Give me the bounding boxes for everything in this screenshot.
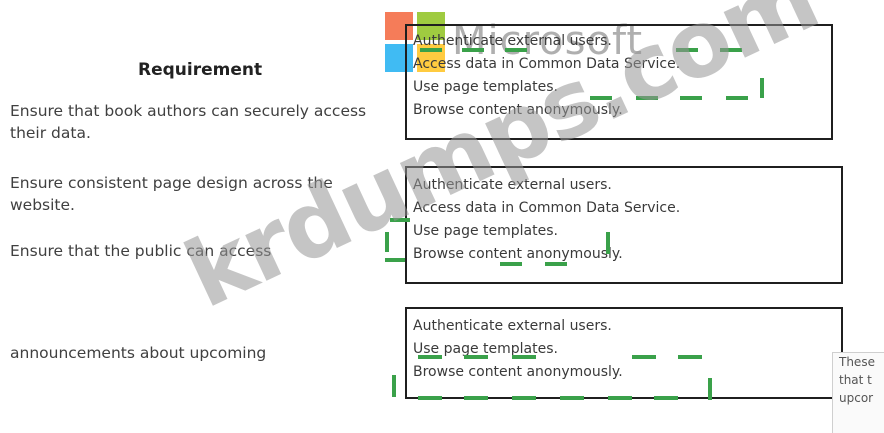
side-panel-line: upcor (839, 391, 874, 405)
requirement-text: Ensure that book authors can securely ac… (10, 102, 367, 142)
dropdown-option[interactable]: Authenticate external users. (413, 315, 835, 338)
requirement-text: announcements about upcoming (10, 344, 267, 362)
side-panel: These that t upcor (832, 352, 884, 433)
requirement-heading: Requirement (138, 60, 263, 80)
dropdown-option[interactable]: Browse content anonymously. (413, 243, 835, 266)
answer-dropdown-3[interactable]: Authenticate external users. Use page te… (405, 307, 843, 399)
dropdown-option[interactable]: Browse content anonymously. (413, 361, 835, 384)
side-panel-line: These (839, 355, 875, 369)
dropdown-option[interactable]: Use page templates. (413, 220, 835, 243)
side-panel-line: that t (839, 373, 872, 387)
